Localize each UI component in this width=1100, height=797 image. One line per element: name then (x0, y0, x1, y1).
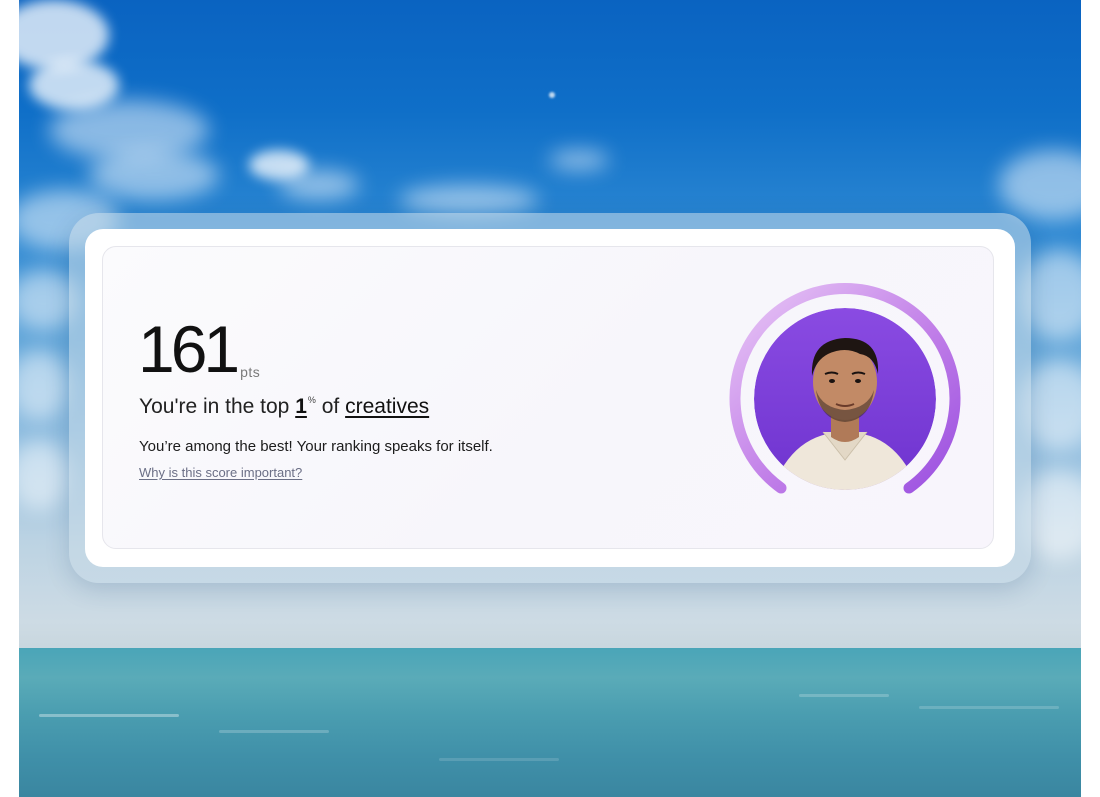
rank-statement: You're in the top 1% of creatives (139, 395, 429, 419)
percent-sign: % (307, 395, 316, 405)
score-display: 161 pts (138, 316, 260, 382)
score-value: 161 (138, 312, 240, 386)
rank-prefix: You're in the top (139, 395, 290, 418)
rank-group-link[interactable]: creatives (345, 395, 429, 418)
rank-percentile[interactable]: 1 (295, 395, 307, 418)
score-help-link[interactable]: Why is this score important? (139, 465, 302, 480)
rank-connector: of (321, 395, 340, 418)
progress-ring (729, 283, 961, 494)
avatar (754, 308, 936, 490)
sea (19, 648, 1081, 797)
page: 161 pts You're in the top 1% of creative… (0, 0, 1100, 797)
score-unit: pts (240, 364, 261, 380)
ranking-message: You’re among the best! Your ranking spea… (139, 438, 493, 455)
avatar-ring (728, 282, 962, 516)
